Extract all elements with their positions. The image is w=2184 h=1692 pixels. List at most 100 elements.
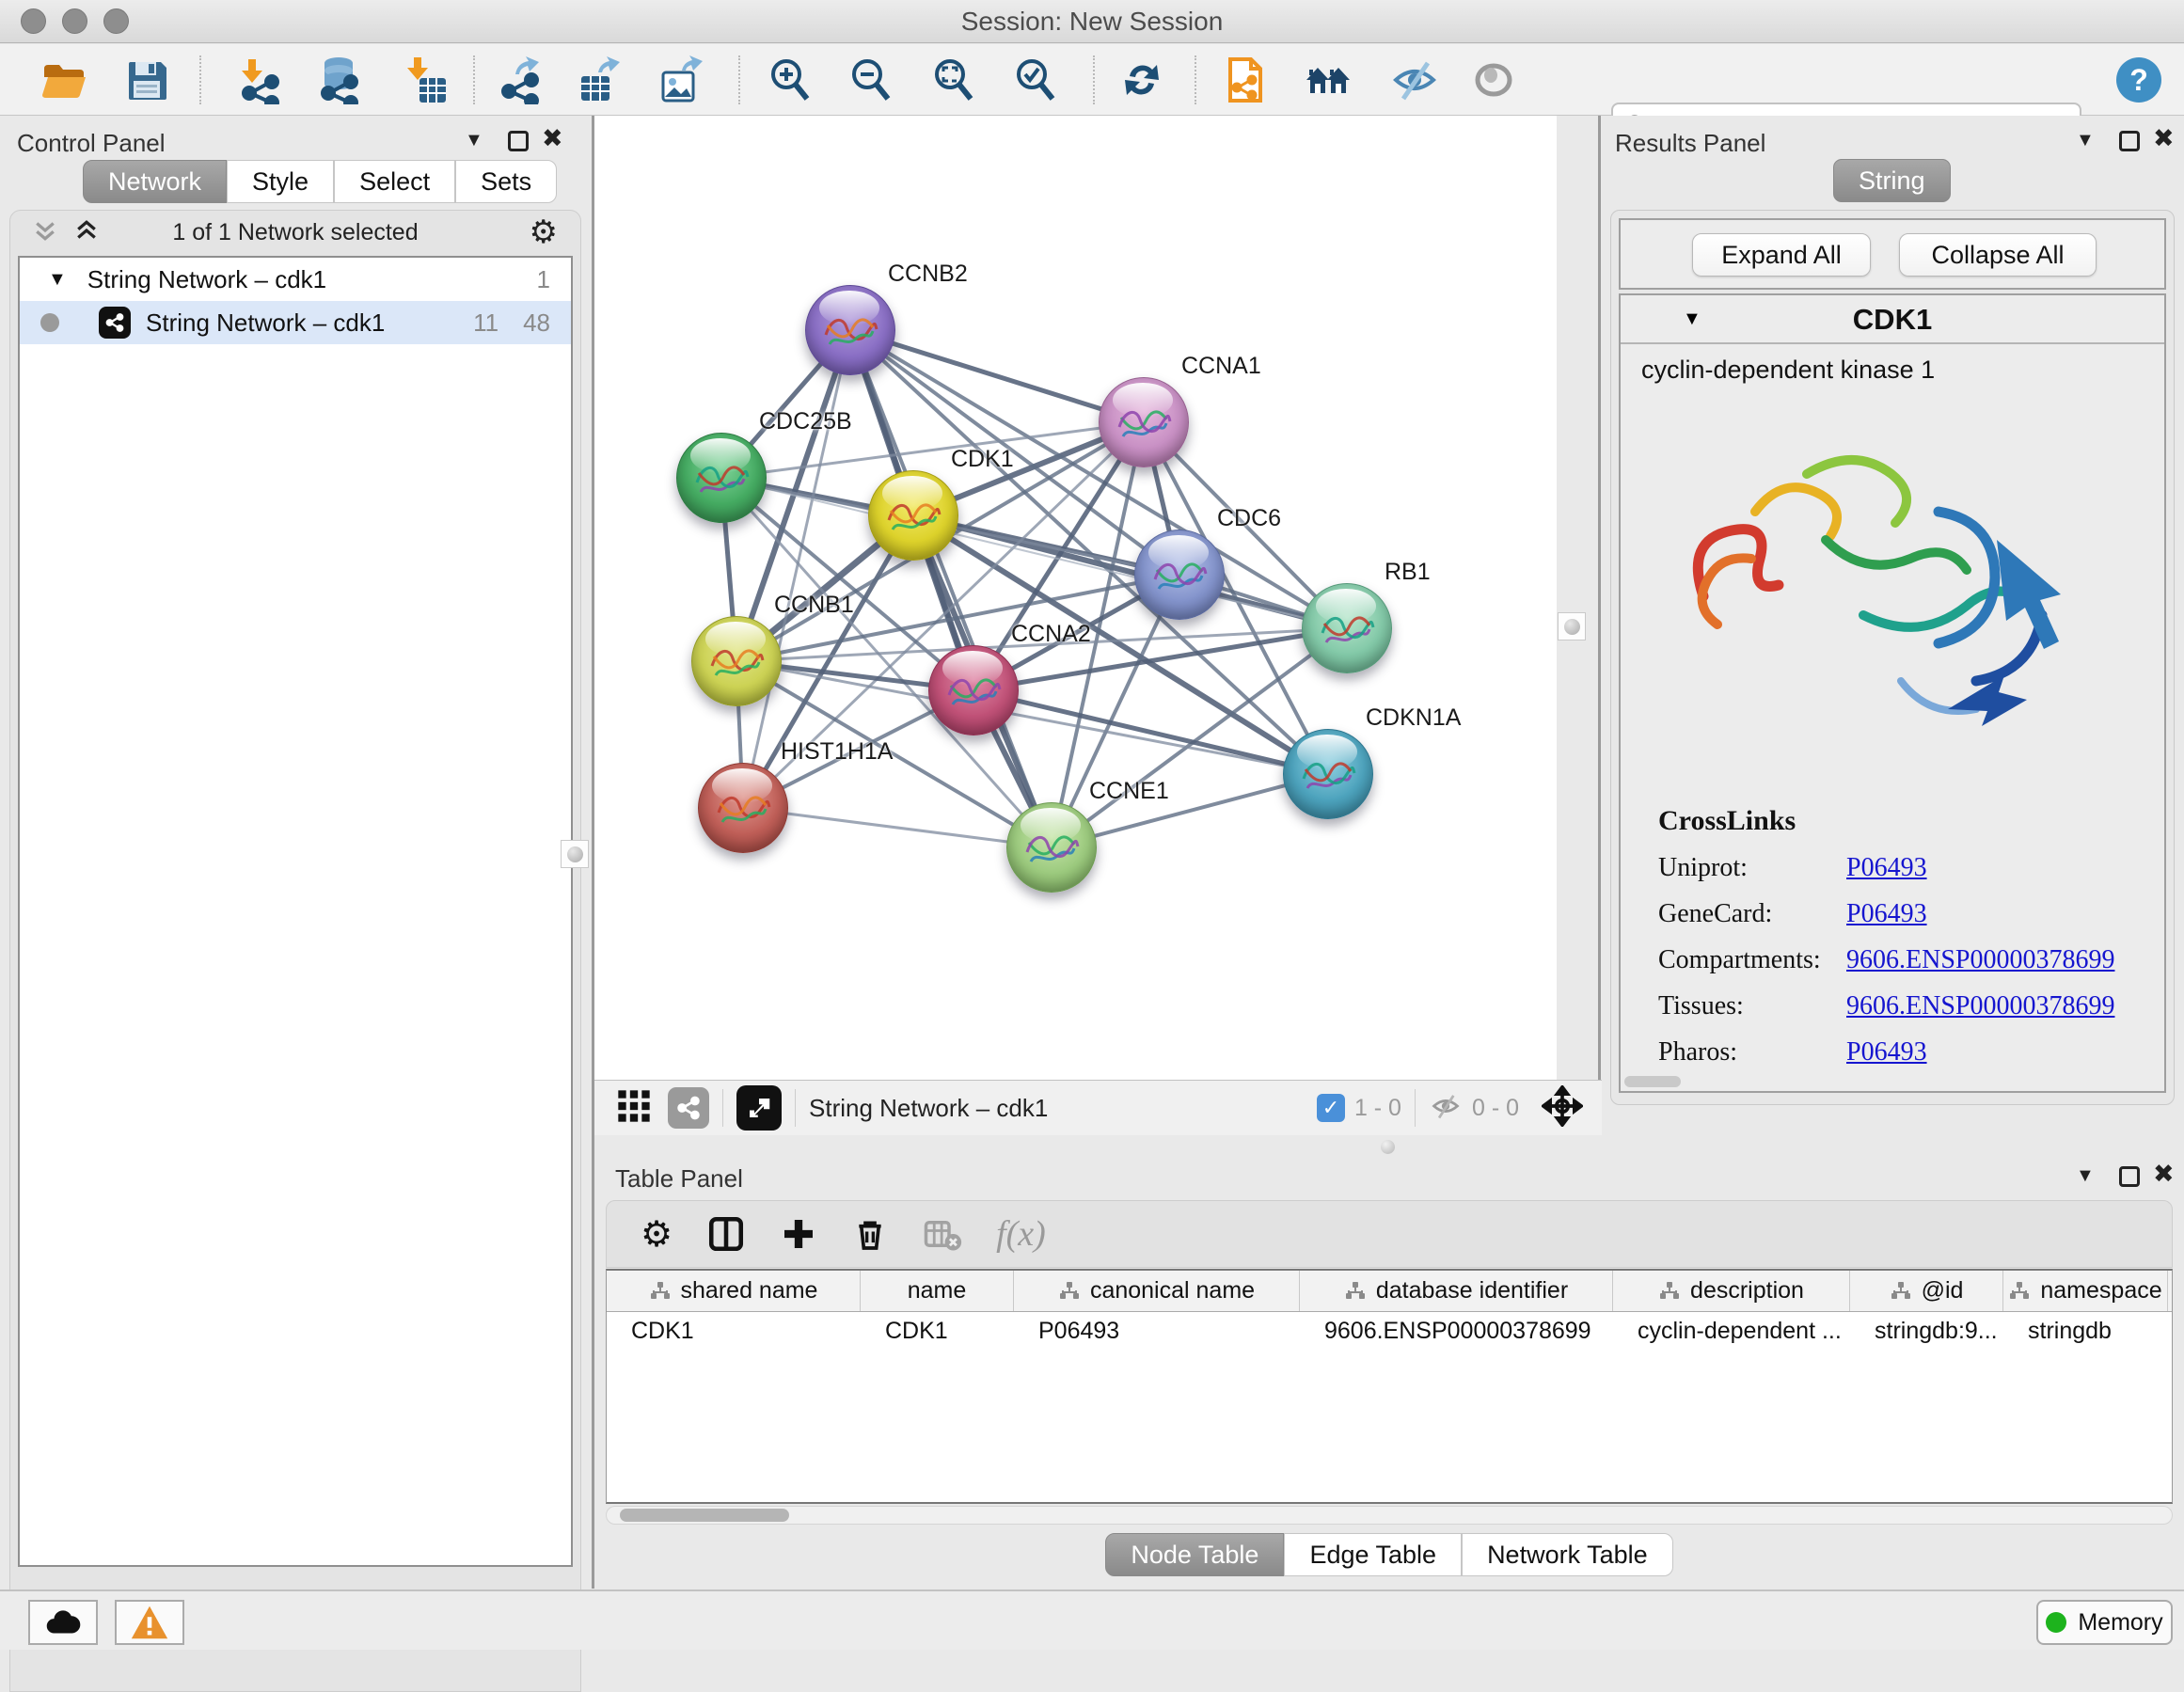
tab-network-table[interactable]: Network Table [1462, 1533, 1673, 1576]
column-header-description[interactable]: description [1613, 1271, 1850, 1311]
table-cell[interactable]: CDK1 [607, 1312, 861, 1353]
horizontal-splitter[interactable] [594, 1135, 2184, 1157]
node-HIST1H1A[interactable] [698, 763, 788, 853]
table-settings-gear-icon[interactable]: ⚙ [641, 1213, 673, 1256]
control-panel-maximize-icon[interactable] [508, 131, 529, 151]
crosslinks-scrollbar[interactable] [1624, 1076, 1681, 1087]
crosslink-link[interactable]: P06493 [1846, 853, 1927, 883]
column-header-namespace[interactable]: namespace [2003, 1271, 2168, 1311]
crosslink-link[interactable]: 9606.ENSP00000378699 [1846, 991, 2114, 1021]
crosslink-link[interactable]: P06493 [1846, 1037, 1927, 1067]
memory-button[interactable]: Memory [2036, 1600, 2173, 1645]
grid-view-icon[interactable] [615, 1087, 653, 1130]
tab-select[interactable]: Select [334, 160, 455, 203]
import-network-file-icon[interactable] [233, 54, 286, 106]
edge-CCNB2-HIST1H1A[interactable] [743, 330, 850, 808]
control-panel-close-icon[interactable]: ✖ [542, 127, 563, 150]
node-label-CDC25B: CDC25B [759, 408, 852, 435]
network-canvas[interactable]: CCNB2CCNA1CDC25BCDK1CDC6RB1CCNB1CCNA2CDK… [594, 116, 1557, 1080]
fit-selected-crosshair-icon[interactable] [1542, 1085, 1583, 1131]
column-header--id[interactable]: @id [1850, 1271, 2003, 1311]
node-CCNB1[interactable] [691, 616, 782, 706]
import-table-file-icon[interactable] [399, 54, 451, 106]
results-panel-float-icon[interactable]: ▼ [2076, 129, 2095, 151]
crosslink-link[interactable]: P06493 [1846, 899, 1927, 929]
zoom-selected-icon[interactable] [1009, 54, 1062, 106]
table-horizontal-scrollbar[interactable] [606, 1506, 2173, 1525]
table-cell[interactable]: 9606.ENSP00000378699 [1300, 1312, 1613, 1353]
show-eye-icon[interactable] [1467, 54, 1520, 106]
tab-network[interactable]: Network [83, 160, 227, 203]
collapse-all-button[interactable]: Collapse All [1899, 233, 2097, 277]
tab-node-table[interactable]: Node Table [1105, 1533, 1284, 1576]
crosslink-link[interactable]: 9606.ENSP00000378699 [1846, 945, 2114, 975]
edge-HIST1H1A-CCNE1[interactable] [743, 808, 1052, 847]
table-cell[interactable]: P06493 [1014, 1312, 1300, 1353]
edge-CCNA2-CDKN1A[interactable] [973, 690, 1328, 774]
protein-ribbon-thumbnail [1315, 605, 1381, 661]
protein-structure-image [1666, 399, 2108, 775]
import-network-database-icon[interactable] [312, 54, 365, 106]
tab-edge-table[interactable]: Edge Table [1284, 1533, 1462, 1576]
hide-selected-eye-icon[interactable] [1388, 54, 1441, 106]
node-CDKN1A[interactable] [1283, 729, 1373, 819]
table-panel-close-icon[interactable]: ✖ [2153, 1162, 2175, 1185]
node-CDC6[interactable] [1134, 530, 1225, 620]
tab-sets[interactable]: Sets [455, 160, 557, 203]
table-cell[interactable]: cyclin-dependent ... [1613, 1312, 1850, 1353]
selected-checkbox-icon[interactable]: ✓ [1317, 1094, 1345, 1122]
table-cell[interactable]: CDK1 [861, 1312, 1014, 1353]
tab-style[interactable]: Style [227, 160, 334, 203]
save-session-icon[interactable] [120, 54, 173, 106]
network-from-document-icon[interactable] [1219, 54, 1272, 106]
expand-all-button[interactable]: Expand All [1692, 233, 1871, 277]
network-view-type-icon[interactable] [668, 1087, 709, 1129]
delete-column-icon[interactable] [851, 1215, 889, 1253]
houses-icon[interactable] [1302, 54, 1354, 106]
node-CDK1[interactable] [868, 470, 958, 561]
node-CCNE1[interactable] [1006, 802, 1097, 893]
export-network-icon[interactable] [495, 54, 547, 106]
network-collection-row[interactable]: ▼ String Network – cdk1 1 [20, 258, 571, 301]
table-panel-float-icon[interactable]: ▼ [2076, 1164, 2095, 1187]
birds-eye-view-icon[interactable] [736, 1085, 782, 1131]
export-image-icon[interactable] [656, 54, 708, 106]
add-column-icon[interactable] [780, 1215, 817, 1253]
refresh-icon[interactable] [1116, 54, 1168, 106]
table-panel-maximize-icon[interactable] [2119, 1166, 2140, 1187]
right-splitter[interactable] [1598, 116, 1601, 1135]
node-CCNA1[interactable] [1099, 377, 1189, 467]
right-splitter-grip[interactable] [1558, 612, 1586, 640]
warning-button[interactable] [115, 1600, 184, 1645]
node-CDC25B[interactable] [676, 433, 767, 523]
show-columns-icon[interactable] [706, 1214, 746, 1254]
results-panel-maximize-icon[interactable] [2119, 131, 2140, 151]
crosslinks-section: CrossLinks Uniprot:P06493GeneCard:P06493… [1658, 805, 2147, 1067]
table-row[interactable]: CDK1CDK1P064939606.ENSP00000378699cyclin… [607, 1312, 2172, 1353]
node-CCNB2[interactable] [805, 285, 895, 375]
column-header-shared-name[interactable]: shared name [607, 1271, 861, 1311]
edge-CCNB2-CCNE1[interactable] [850, 330, 1052, 847]
left-splitter-grip[interactable] [561, 840, 589, 868]
node-RB1[interactable] [1302, 583, 1392, 673]
column-header-database-identifier[interactable]: database identifier [1300, 1271, 1613, 1311]
column-header-name[interactable]: name [861, 1271, 1014, 1311]
fit-content-icon[interactable] [927, 54, 980, 106]
column-header-canonical-name[interactable]: canonical name [1014, 1271, 1300, 1311]
table-cell[interactable]: stringdb:9... [1850, 1312, 2003, 1353]
gear-icon[interactable]: ⚙ [530, 213, 558, 251]
results-panel-close-icon[interactable]: ✖ [2153, 127, 2175, 150]
tree-expand-icon[interactable]: ▼ [48, 269, 67, 291]
cloud-button[interactable] [28, 1600, 98, 1645]
control-panel-float-icon[interactable]: ▼ [465, 129, 483, 151]
network-row[interactable]: String Network – cdk1 11 48 [20, 301, 571, 344]
help-icon[interactable]: ? [2113, 54, 2165, 106]
zoom-in-icon[interactable] [764, 54, 816, 106]
table-cell[interactable]: stringdb [2003, 1312, 2168, 1353]
tab-string[interactable]: String [1833, 159, 1951, 202]
node-CCNA2[interactable] [928, 645, 1019, 735]
open-session-icon[interactable] [38, 54, 90, 106]
zoom-out-icon[interactable] [845, 54, 897, 106]
node-result-header[interactable]: ▼ CDK1 [1621, 295, 2164, 344]
export-table-icon[interactable] [574, 54, 626, 106]
